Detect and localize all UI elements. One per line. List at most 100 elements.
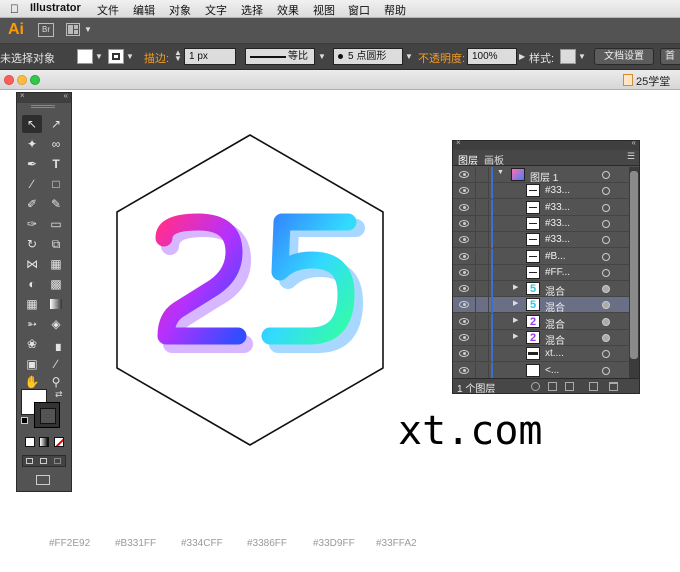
eye-icon[interactable]: [459, 317, 469, 325]
collapse-icon[interactable]: «: [632, 138, 636, 147]
layer-row[interactable]: ▶ 5 混合: [453, 297, 629, 314]
chevron-down-icon[interactable]: ▼: [95, 52, 103, 61]
menu-object[interactable]: 对象: [169, 2, 191, 18]
scale-tool-icon[interactable]: ⧉: [46, 235, 66, 253]
tools-panel-header[interactable]: × «: [17, 91, 71, 103]
target-circle-icon[interactable]: [602, 366, 610, 375]
chevron-down-icon[interactable]: ▼: [578, 52, 586, 61]
swap-fill-stroke-icon[interactable]: ⇄: [55, 389, 63, 400]
tab-artboards[interactable]: 画板: [484, 152, 504, 167]
eye-icon[interactable]: [459, 219, 469, 227]
stroke-label[interactable]: 描边:: [144, 50, 169, 66]
target-circle-icon[interactable]: [602, 350, 610, 359]
width-tool-icon[interactable]: ⋈: [22, 255, 42, 273]
color-mode-icon[interactable]: [25, 437, 35, 447]
document-setup-button[interactable]: 文档设置: [594, 48, 654, 65]
target-circle-icon[interactable]: [602, 334, 610, 342]
symbol-sprayer-tool-icon[interactable]: ❀: [22, 335, 42, 353]
opacity-label[interactable]: 不透明度:: [418, 50, 465, 66]
layer-name[interactable]: #33...: [545, 218, 570, 229]
layer-row[interactable]: #33...: [453, 199, 629, 216]
slice-tool-icon[interactable]: ∕: [46, 355, 66, 373]
column-graph-tool-icon[interactable]: ▗: [46, 335, 66, 353]
blob-brush-tool-icon[interactable]: ✑: [22, 215, 42, 233]
target-circle-icon[interactable]: [602, 268, 610, 277]
eye-icon[interactable]: [459, 187, 469, 195]
apple-icon[interactable]: : [10, 2, 19, 16]
target-circle-icon[interactable]: [602, 301, 610, 310]
lock-toggle[interactable]: [475, 313, 489, 330]
chevron-down-icon[interactable]: ▼: [84, 25, 92, 34]
trash-icon[interactable]: [609, 382, 618, 391]
target-circle-icon[interactable]: [602, 317, 610, 326]
layer-row[interactable]: ▼ 图层 1: [453, 167, 629, 184]
shape-builder-tool-icon[interactable]: ◐: [22, 275, 42, 293]
type-tool-icon[interactable]: T: [46, 155, 66, 173]
expand-triangle-icon[interactable]: ▶: [513, 332, 518, 340]
stroke-color-box[interactable]: [34, 402, 60, 428]
expand-triangle-icon[interactable]: ▶: [513, 283, 518, 291]
minimize-window-button[interactable]: [17, 75, 27, 85]
none-mode-icon[interactable]: [54, 437, 64, 447]
target-circle-icon[interactable]: [602, 187, 610, 196]
opacity-field[interactable]: 100%: [467, 48, 517, 65]
new-layer-icon[interactable]: [589, 382, 598, 391]
arrange-documents-icon[interactable]: [66, 23, 80, 36]
menu-select[interactable]: 选择: [241, 2, 263, 18]
zoom-window-button[interactable]: [30, 75, 40, 85]
target-circle-icon[interactable]: [602, 285, 610, 294]
layer-row[interactable]: ▶ 2 混合: [453, 330, 629, 347]
menu-view[interactable]: 视图: [313, 2, 335, 18]
layer-row[interactable]: #B...: [453, 248, 629, 265]
lock-toggle[interactable]: [475, 330, 489, 346]
rotate-tool-icon[interactable]: ↻: [22, 235, 42, 253]
scrollbar-thumb[interactable]: [630, 171, 638, 359]
app-menu[interactable]: Illustrator: [30, 2, 81, 14]
perspective-grid-tool-icon[interactable]: ▩: [46, 275, 66, 293]
drawing-modes[interactable]: [22, 455, 66, 467]
locate-object-icon[interactable]: [531, 382, 540, 391]
eye-icon[interactable]: [459, 366, 469, 374]
collapse-triangle-icon[interactable]: ▼: [497, 169, 504, 176]
layer-row[interactable]: ▶ 2 混合: [453, 313, 629, 331]
pen-tool-icon[interactable]: ✒: [22, 155, 42, 173]
stroke-width-field[interactable]: 1 px: [184, 48, 236, 65]
layer-row[interactable]: #33...: [453, 232, 629, 249]
layer-name[interactable]: #B...: [545, 251, 566, 262]
brush-definition[interactable]: 5 点圆形: [333, 48, 403, 65]
eye-icon[interactable]: [459, 285, 469, 293]
menu-window[interactable]: 窗口: [348, 2, 370, 18]
tab-layers[interactable]: 图层: [458, 152, 478, 167]
lock-toggle[interactable]: [475, 346, 489, 363]
eye-icon[interactable]: [459, 301, 469, 309]
chevron-right-icon[interactable]: ▶: [519, 52, 525, 61]
panel-grip[interactable]: [31, 105, 55, 108]
layers-panel-header[interactable]: × «: [453, 138, 639, 150]
eraser-tool-icon[interactable]: ▭: [46, 215, 66, 233]
hexagon-artwork[interactable]: [112, 132, 388, 448]
layer-row[interactable]: #33...: [453, 183, 629, 200]
line-segment-tool-icon[interactable]: ∕: [22, 175, 42, 193]
eye-icon[interactable]: [459, 171, 469, 178]
lock-toggle[interactable]: [475, 183, 489, 200]
eyedropper-tool-icon[interactable]: ➳: [22, 315, 42, 333]
layer-name[interactable]: #33...: [545, 202, 570, 213]
make-clipping-mask-icon[interactable]: [548, 382, 557, 391]
target-circle-icon[interactable]: [602, 236, 610, 245]
stroke-color-swatch[interactable]: [108, 49, 124, 64]
layer-name[interactable]: 混合: [545, 316, 565, 331]
lock-toggle[interactable]: [475, 215, 489, 232]
magic-wand-tool-icon[interactable]: ✦: [22, 135, 42, 153]
gradient-mode-icon[interactable]: [39, 437, 49, 447]
panel-menu-icon[interactable]: ☰: [627, 151, 635, 162]
layers-scrollbar[interactable]: [629, 167, 639, 379]
menu-help[interactable]: 帮助: [384, 2, 406, 18]
screen-mode-icon[interactable]: [36, 475, 50, 485]
eye-icon[interactable]: [459, 236, 469, 244]
lock-toggle[interactable]: [475, 167, 489, 183]
layer-row[interactable]: xt....: [453, 346, 629, 363]
blend-tool-icon[interactable]: ◈: [46, 315, 66, 333]
fill-color-swatch[interactable]: [77, 49, 93, 64]
layer-name[interactable]: 混合: [545, 299, 565, 314]
expand-triangle-icon[interactable]: ▶: [513, 316, 518, 324]
